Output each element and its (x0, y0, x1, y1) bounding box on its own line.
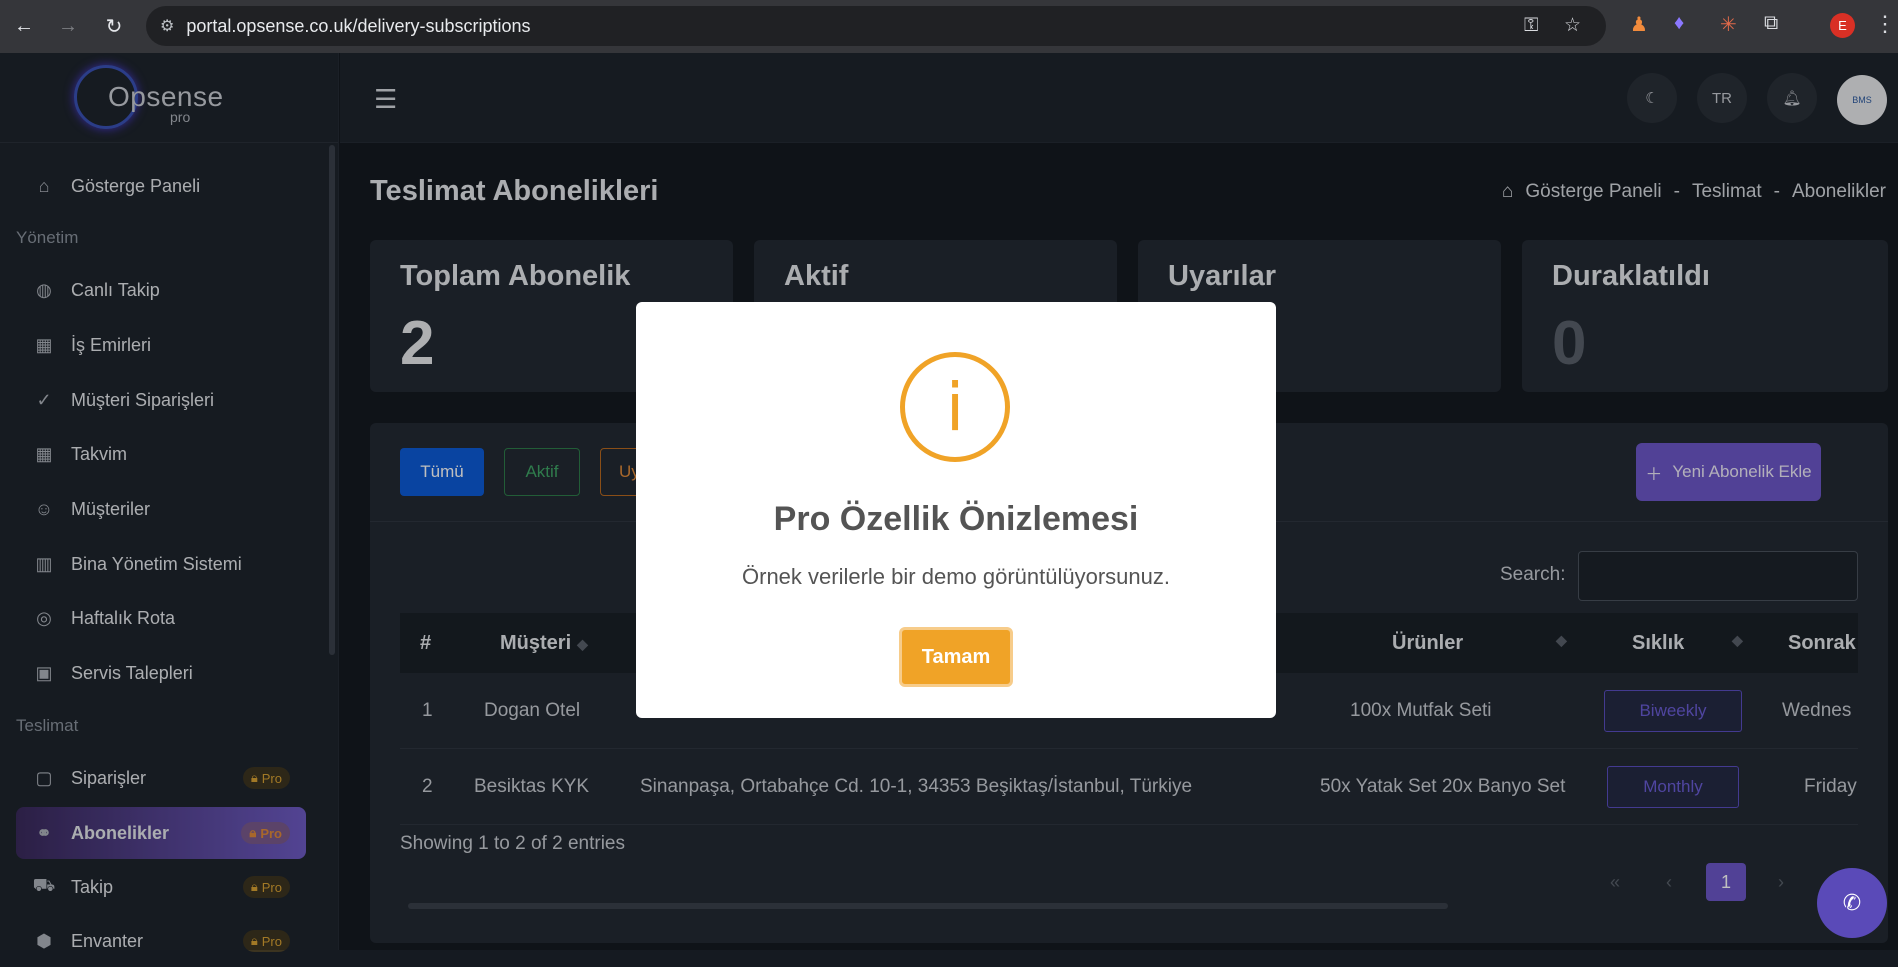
phone-icon[interactable]: ✆ (1817, 868, 1887, 938)
reload-icon[interactable]: ↻ (98, 10, 130, 42)
site-settings-icon[interactable]: ⚙ (160, 16, 174, 36)
browser-toolbar: ← → ↻ ⚙ portal.opsense.co.uk/delivery-su… (0, 0, 1898, 53)
ok-button[interactable]: Tamam (899, 627, 1013, 687)
star-icon[interactable]: ☆ (1564, 14, 1581, 37)
back-icon[interactable]: ← (8, 10, 40, 42)
puzzle-icon[interactable]: ⧉ (1764, 12, 1778, 35)
extension-icon[interactable]: ✳ (1720, 12, 1737, 37)
forward-icon[interactable]: → (52, 10, 84, 42)
profile-avatar[interactable]: E (1830, 13, 1855, 38)
modal-title: Pro Özellik Önizlemesi (773, 500, 1139, 538)
extension-icon[interactable]: ♟ (1630, 12, 1648, 37)
key-icon[interactable]: ⚿ (1524, 15, 1538, 37)
extension-icon[interactable]: ♦ (1674, 12, 1684, 35)
menu-icon[interactable]: ⋮ (1874, 11, 1896, 37)
modal-message: Örnek verilerle bir demo görüntülüyorsun… (742, 564, 1170, 589)
url-text: portal.opsense.co.uk/delivery-subscripti… (186, 15, 531, 36)
pro-preview-modal: i Pro Özellik Önizlemesi Örnek verilerle… (636, 302, 1276, 718)
info-icon: i (900, 352, 1010, 462)
address-bar[interactable]: ⚙ portal.opsense.co.uk/delivery-subscrip… (146, 6, 1606, 46)
